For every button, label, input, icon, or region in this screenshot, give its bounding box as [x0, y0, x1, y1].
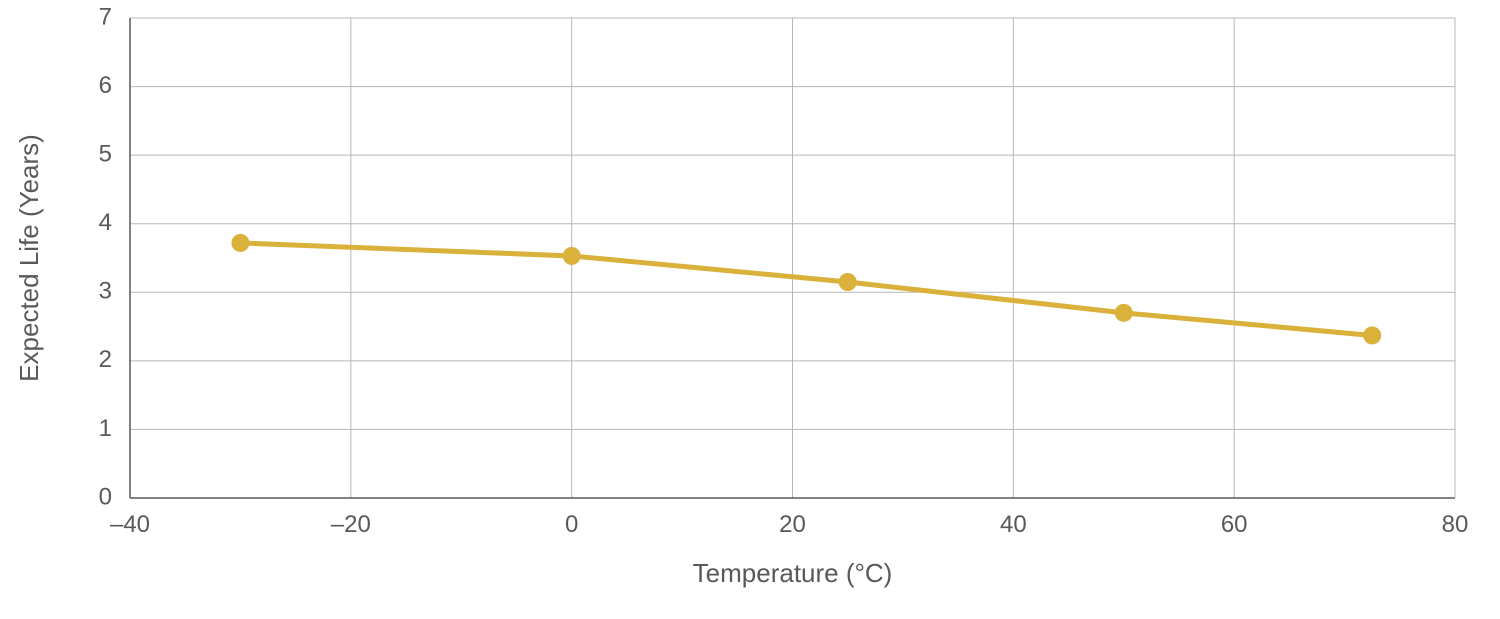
x-axis-title: Temperature (°C) — [693, 558, 893, 588]
data-marker — [563, 247, 581, 265]
x-tick-label: 0 — [565, 511, 578, 538]
x-tick-label: 80 — [1442, 511, 1469, 538]
data-marker — [231, 234, 249, 252]
x-tick-label: 40 — [1000, 511, 1027, 538]
x-tick-label: –20 — [331, 511, 371, 538]
y-tick-label: 1 — [99, 415, 112, 442]
x-tick-label: –40 — [110, 511, 150, 538]
y-tick-label: 2 — [99, 346, 112, 373]
y-tick-label: 3 — [99, 278, 112, 305]
x-tick-label: 20 — [779, 511, 806, 538]
line-chart: 0 1 2 3 4 5 6 7 –40 –20 0 20 40 60 80 Temperature (°C) E… — [0, 0, 1500, 619]
chart-container: 0 1 2 3 4 5 6 7 –40 –20 0 20 40 60 80 Temperature (°C) E… — [0, 0, 1500, 619]
y-tick-label: 4 — [99, 209, 112, 236]
data-marker — [839, 273, 857, 291]
y-tick-label: 6 — [99, 72, 112, 99]
y-tick-label: 0 — [99, 483, 112, 510]
y-tick-label: 5 — [99, 140, 112, 167]
data-marker — [1363, 326, 1381, 344]
y-tick-label: 7 — [99, 3, 112, 30]
x-tick-label: 60 — [1221, 511, 1248, 538]
data-marker — [1115, 304, 1133, 322]
y-axis-title: Expected Life (Years) — [14, 134, 44, 382]
